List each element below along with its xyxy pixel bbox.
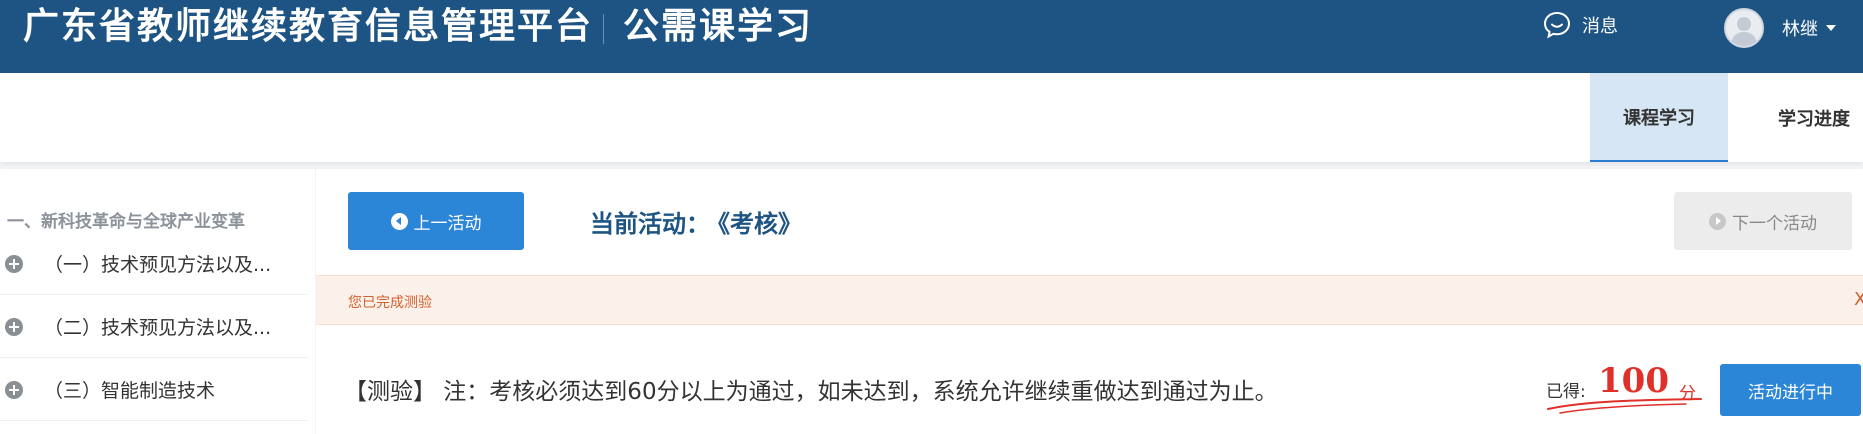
- completion-notice: 您已完成测验 X: [316, 275, 1863, 325]
- top-nav: 课程学习 学习进度: [0, 73, 1863, 162]
- user-menu[interactable]: 林继: [1724, 7, 1836, 49]
- notice-text: 您已完成测验: [348, 295, 432, 311]
- sidebar-item-section-3[interactable]: （三）智能制造技术: [0, 359, 308, 421]
- score-display: 已得: 100 分: [1546, 361, 1706, 415]
- title-divider: [603, 14, 604, 44]
- current-activity: 当前活动： 《考核》: [590, 204, 802, 239]
- current-activity-value: 《考核》: [718, 210, 802, 238]
- message-bubble-icon: [1543, 11, 1571, 39]
- expand-plus-icon: [5, 254, 23, 273]
- next-activity-label: 下一个活动: [1732, 213, 1817, 234]
- tab-study-progress[interactable]: 学习进度: [1760, 73, 1863, 162]
- sidebar-item-label: （三）智能制造技术: [44, 380, 216, 402]
- current-activity-prefix: 当前活动：: [590, 210, 710, 238]
- prev-activity-button[interactable]: 上一活动: [348, 192, 524, 250]
- next-activity-button[interactable]: 下一个活动: [1674, 192, 1852, 250]
- module-title: 公需课学习: [623, 6, 814, 47]
- avatar: [1724, 8, 1764, 48]
- close-icon[interactable]: X: [1854, 289, 1863, 310]
- sidebar-item-label: （二）技术预见方法以及...: [44, 317, 272, 339]
- chevron-left-circle-icon: [390, 212, 408, 230]
- user-silhouette-icon: [1731, 17, 1757, 46]
- site-title: 广东省教师继续教育信息管理平台: [23, 6, 594, 47]
- sidebar-item-label: （一）技术预见方法以及...: [44, 254, 272, 276]
- sidebar-item-section-1[interactable]: （一）技术预见方法以及...: [0, 233, 308, 295]
- score-value: 100: [1598, 361, 1669, 401]
- chapter-title: 一、新科技革命与全球产业变革: [7, 212, 245, 232]
- chevron-down-icon: [1826, 25, 1836, 31]
- chevron-right-circle-icon: [1709, 212, 1726, 230]
- activity-panel: 上一活动 当前活动： 《考核》 下一个活动 您已完成测验 X 【测验】 注：考核必…: [316, 169, 1863, 434]
- prev-activity-label: 上一活动: [413, 213, 482, 234]
- messages-label: 消息: [1582, 16, 1618, 37]
- top-header: 广东省教师继续教育信息管理平台 公需课学习 消息 林继: [0, 0, 1863, 73]
- user-name: 林继: [1782, 19, 1818, 40]
- expand-plus-icon: [5, 380, 23, 399]
- sidebar-item-section-2[interactable]: （二）技术预见方法以及...: [0, 296, 308, 358]
- tab-course-study[interactable]: 课程学习: [1590, 73, 1728, 162]
- quiz-instructions: 【测验】 注：考核必须达到60分以上为通过，如未达到，系统允许继续重做达到通过为…: [344, 379, 1278, 405]
- expand-plus-icon: [5, 317, 23, 336]
- score-underline-icon: [1547, 398, 1702, 414]
- course-sidebar: 一、新科技革命与全球产业变革 （一）技术预见方法以及... （二）技术预见方法以…: [0, 169, 315, 434]
- messages-link[interactable]: 消息: [1541, 9, 1618, 41]
- activity-status-button[interactable]: 活动进行中: [1720, 364, 1861, 416]
